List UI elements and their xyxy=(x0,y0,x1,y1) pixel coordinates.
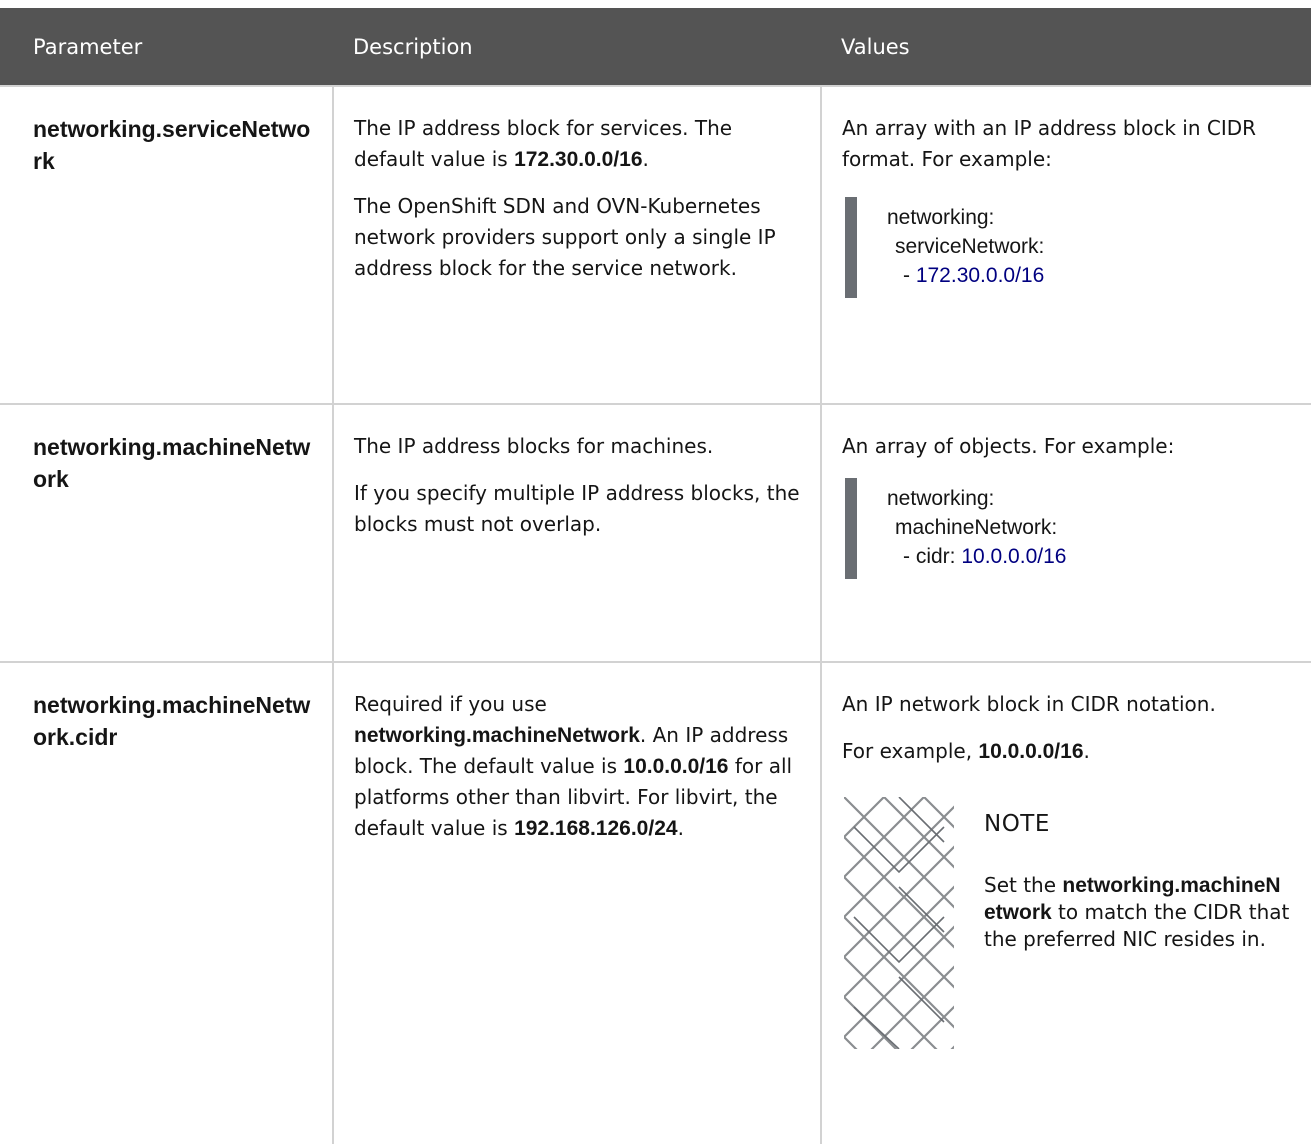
description-text: If you specify multiple IP address block… xyxy=(354,481,800,536)
param-cell: networking.machineNetwork xyxy=(0,403,334,663)
default-value: 172.30.0.0/16 xyxy=(514,148,643,171)
values-text: An array with an IP address block in CID… xyxy=(842,116,1257,171)
table-row: networking.serviceNetwork The IP address… xyxy=(0,85,1311,405)
code-block: networking: machineNetwork: - cidr: 10.0… xyxy=(845,478,1291,579)
param-cell: networking.machineNetwork.cidr xyxy=(0,661,334,1144)
table-row: networking.machineNetwork The IP address… xyxy=(0,403,1311,663)
param-name: networking.machineNetwork.cidr xyxy=(33,692,311,750)
param-name: networking.serviceNetwork xyxy=(33,116,311,174)
values-cell: An array of objects. For example: networ… xyxy=(820,403,1311,663)
header-parameter: Parameter xyxy=(0,8,333,86)
note-text: Set the networking.machineNetwork to mat… xyxy=(984,873,1290,951)
note-pattern-icon xyxy=(844,797,954,1049)
description-text: The IP address block for services. The d… xyxy=(354,116,733,171)
values-example: For example, 10.0.0.0/16. xyxy=(842,739,1090,763)
values-cell: An array with an IP address block in CID… xyxy=(820,85,1311,405)
note-title: NOTE xyxy=(984,811,1050,837)
parameters-table: Parameter Description Values networking.… xyxy=(0,8,1311,1144)
table-row: networking.machineNetwork.cidr Required … xyxy=(0,661,1311,1144)
description-cell: The IP address blocks for machines. If y… xyxy=(332,403,822,663)
description-text: The IP address blocks for machines. xyxy=(354,434,714,458)
description-cell: The IP address block for services. The d… xyxy=(332,85,822,405)
description-text: The OpenShift SDN and OVN-Kubernetes net… xyxy=(354,194,776,280)
header-description: Description xyxy=(333,8,821,86)
values-text: An array of objects. For example: xyxy=(842,434,1175,458)
note-admonition: NOTE Set the networking.machineNetwork t… xyxy=(842,797,1291,1049)
description-cell: Required if you use networking.machineNe… xyxy=(332,661,822,1144)
table-header-row: Parameter Description Values xyxy=(0,8,1311,86)
header-values: Values xyxy=(821,8,1311,86)
param-name: networking.machineNetwork xyxy=(33,434,311,492)
param-cell: networking.serviceNetwork xyxy=(0,85,334,405)
values-cell: An IP network block in CIDR notation. Fo… xyxy=(820,661,1311,1144)
description-text: Required if you use networking.machineNe… xyxy=(354,692,793,840)
note-body: NOTE Set the networking.machineNetwork t… xyxy=(954,797,1291,1049)
code-block: networking: serviceNetwork: - 172.30.0.0… xyxy=(845,197,1291,298)
values-text: An IP network block in CIDR notation. xyxy=(842,692,1216,716)
